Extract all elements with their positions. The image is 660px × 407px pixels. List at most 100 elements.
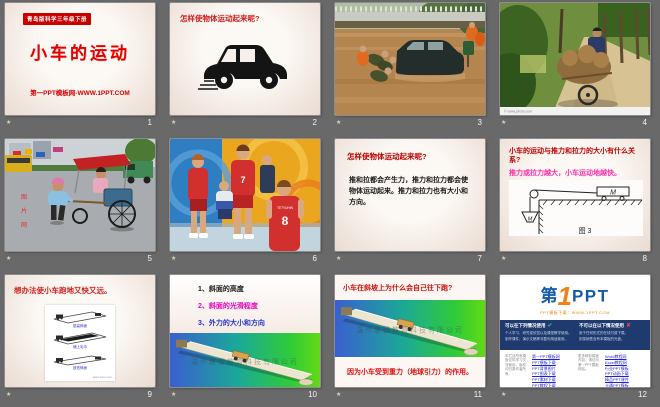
slide-number: 9 (147, 390, 152, 399)
slide-cell-1: 青岛版科学三年级下册 小车的运动 第一PPT模板网-WWW.1PPT.COM ★… (5, 3, 155, 131)
template-site-credit: 第一PPT模板网-WWW.1PPT.COM (30, 90, 130, 97)
slide-10-footer: ★ 10 (170, 388, 320, 402)
slide-3-thumbnail[interactable] (335, 3, 485, 115)
slide-1-thumbnail[interactable]: 青岛版科学三年级下册 小车的运动 第一PPT模板网-WWW.1PPT.COM (5, 3, 155, 115)
animation-indicator-icon: ★ (336, 120, 342, 126)
slide-number: 10 (308, 390, 317, 399)
jersey-name: TETYUHIN (277, 206, 294, 210)
question-title: 小车的运动与推力和拉力的大小有什么关系? (509, 148, 635, 165)
slide-2-thumbnail[interactable]: 怎样使物体运动起来呢? (170, 3, 320, 115)
edition-badge: 青岛版科学三年级下册 (23, 13, 92, 25)
photo-credit: © www.photo.com (504, 110, 532, 114)
pulley-cart-diagram: M M 图 3 (509, 179, 643, 236)
cross-icon: ✘ (626, 323, 632, 329)
links-area: 本栏目所有模板仅供学习交流使用，版权均归原作者所有。 第一PPT模板网 PPT模… (500, 354, 650, 387)
slide-11-footer: ★ 11 (335, 388, 485, 402)
slide-number: 8 (642, 254, 647, 263)
allowed-title: 可以在下列情况使用 (505, 323, 546, 328)
slide-11-thumbnail[interactable]: 小车在斜坡上为什么会自己往下跑? 温州联盟教育科技有限公司 因为小车受到重力（地… (335, 275, 485, 387)
jersey-number-8: 8 (282, 214, 289, 228)
note-text: 本栏目所有模板仅供学习交流使用，版权均归原作者所有。 (505, 354, 526, 376)
slide-cell-11: 小车在斜坡上为什么会自己往下跑? 温州联盟教育科技有限公司 因为小车受到重力（地… (335, 275, 485, 403)
check-icon: ✔ (547, 323, 553, 329)
car-icon (198, 45, 287, 90)
figure-source-url: www.kxtu.com (92, 375, 112, 379)
factor-list: 1、斜面的高度 2、斜面的光滑程度 3、外力的大小和方向 (170, 275, 320, 333)
ramp-render-image: 温州联盟教育科技有限公司 (170, 333, 320, 387)
slide-12-footer: ★ 12 (500, 388, 650, 402)
deck-title: 小车的运动 (30, 44, 130, 63)
slide-9-thumbnail[interactable]: 想办法使小车跑地又快又远。 垫高斜面 铺上毛巾 放低斜面 www.kxtu.co… (5, 275, 155, 387)
animation-indicator-icon: ★ (171, 120, 177, 126)
loaded-bicycle-photo-illustration: © www.photo.com (500, 3, 650, 115)
forbidden-title: 不可以在以下情况使用 (579, 323, 624, 328)
slide-8-footer: ★ 8 (500, 252, 650, 266)
slide-cell-2: 怎样使物体运动起来呢? ★ 2 (170, 3, 320, 131)
photo-watermark: 图 (21, 194, 27, 201)
slide-2-footer: ★ 2 (170, 116, 320, 130)
slide-number: 4 (642, 118, 647, 127)
slide-cell-12: 第1PPT PPT模板下载：WWW.1PPT.COM 可以在下列情况使用 ✔ 个… (500, 275, 650, 403)
question-band: 小车在斜坡上为什么会自己往下跑? (335, 275, 485, 300)
company-watermark: 温州联盟教育科技有限公司 (356, 326, 464, 335)
question-title: 怎样使物体运动起来呢? (180, 14, 260, 23)
forbidden-usage-column: 不可以在以下情况使用 ✘ 用于任何形式的在线付费下载。 刻录销售含有本模板的光盘… (579, 323, 632, 341)
1ppt-logo: 第1PPT (540, 281, 610, 311)
animation-indicator-icon: ★ (171, 392, 177, 398)
ramp-caption: 垫高斜面 (73, 324, 87, 328)
question-title: 小车在斜坡上为什么会自己往下跑? (343, 284, 453, 292)
pedicab-photo-illustration: 图 片 网 (5, 139, 155, 251)
slide-sorter-page: { "page": {"background": "#696969"}, "ic… (0, 0, 660, 407)
answer-band: 因为小车受到重力（地球引力）的作用。 (335, 357, 485, 387)
slide-6-thumbnail[interactable]: 7 TETYUHIN 8 (170, 139, 320, 251)
slide-5-footer: ★ 5 (5, 252, 155, 266)
slide-cell-8: 小车的运动与推力和拉力的大小有什么关系? 推力或拉力越大，小车运动地越快。 M … (500, 139, 650, 267)
animation-indicator-icon: ★ (501, 120, 507, 126)
animation-indicator-icon: ★ (6, 392, 12, 398)
answer-text: 推和拉都会产生力，推力和拉力都会使物体运动起来。推力和拉力也有大小和方向。 (349, 177, 468, 207)
allowed-usage-column: 可以在下列情况使用 ✔ 个人学习、研究或欣赏以及课堂教学使用。 制作课件、演示文… (505, 323, 571, 341)
volleyball-photo-illustration: 7 TETYUHIN 8 (170, 139, 320, 251)
slide-number: 12 (638, 390, 647, 399)
slide-number: 11 (473, 390, 482, 399)
ramp-caption: 放低斜面 (73, 366, 87, 371)
ramp-experiments-figure: 垫高斜面 铺上毛巾 放低斜面 www.kxtu.com (45, 305, 115, 381)
logo-tagline: PPT模板下载：WWW.1PPT.COM (540, 310, 610, 315)
slide-3-footer: ★ 3 (335, 116, 485, 130)
slide-cell-7: 怎样使物体运动起来呢? 推和拉都会产生力，推力和拉力都会使物体运动起来。推力和拉… (335, 139, 485, 267)
question-title: 怎样使物体运动起来呢? (347, 152, 427, 161)
slide-cell-3: ★ 3 (335, 3, 485, 131)
list-item-2: 2、斜面的光滑程度 (198, 303, 258, 310)
animation-indicator-icon: ★ (6, 256, 12, 262)
svg-text:片: 片 (21, 207, 27, 215)
figure-caption: 图 3 (579, 227, 592, 235)
slide-10-thumbnail[interactable]: 1、斜面的高度 2、斜面的光滑程度 3、外力的大小和方向 温州联盟教育科技有限公… (170, 275, 320, 387)
slide-6-footer: ★ 6 (170, 252, 320, 266)
link[interactable]: PPT教程下载 (532, 383, 572, 387)
slide-number: 3 (477, 118, 482, 127)
slide-12-thumbnail[interactable]: 第1PPT PPT模板下载：WWW.1PPT.COM 可以在下列情况使用 ✔ 个… (500, 275, 650, 387)
ramp-caption: 铺上毛巾 (73, 345, 87, 350)
slide-number: 7 (477, 254, 482, 263)
slide-4-thumbnail[interactable]: © www.photo.com (500, 3, 650, 115)
ramp-diagram-3 (53, 355, 107, 366)
slide-5-thumbnail[interactable]: 图 片 网 (5, 139, 155, 251)
animation-indicator-icon: ★ (336, 392, 342, 398)
svg-text:网: 网 (21, 222, 27, 229)
animation-indicator-icon: ★ (171, 256, 177, 262)
list-item-3: 3、外力的大小和方向 (198, 320, 265, 327)
answer-text: 因为小车受到重力（地球引力）的作用。 (347, 369, 473, 376)
slide-7-thumbnail[interactable]: 怎样使物体运动起来呢? 推和拉都会产生力，推力和拉力都会使物体运动起来。推力和拉… (335, 139, 485, 251)
slide-cell-9: 想办法使小车跑地又快又远。 垫高斜面 铺上毛巾 放低斜面 www.kxtu.co… (5, 275, 155, 403)
slide-1-footer: ★ 1 (5, 116, 155, 130)
slide-cell-4: © www.photo.com ★ 4 (500, 3, 650, 131)
link[interactable]: 卡通PPT模板 (605, 383, 645, 387)
slide-grid: 青岛版科学三年级下册 小车的运动 第一PPT模板网-WWW.1PPT.COM ★… (0, 0, 660, 403)
slide-4-footer: ★ 4 (500, 116, 650, 130)
slide-8-thumbnail[interactable]: 小车的运动与推力和拉力的大小有什么关系? 推力或拉力越大，小车运动地越快。 M … (500, 139, 650, 251)
cart-mass-label: M (610, 189, 616, 196)
slide-cell-10: 1、斜面的高度 2、斜面的光滑程度 3、外力的大小和方向 温州联盟教育科技有限公… (170, 275, 320, 403)
company-watermark: 温州联盟教育科技有限公司 (191, 357, 299, 366)
slide-9-footer: ★ 9 (5, 388, 155, 402)
slide-number: 6 (312, 254, 317, 263)
